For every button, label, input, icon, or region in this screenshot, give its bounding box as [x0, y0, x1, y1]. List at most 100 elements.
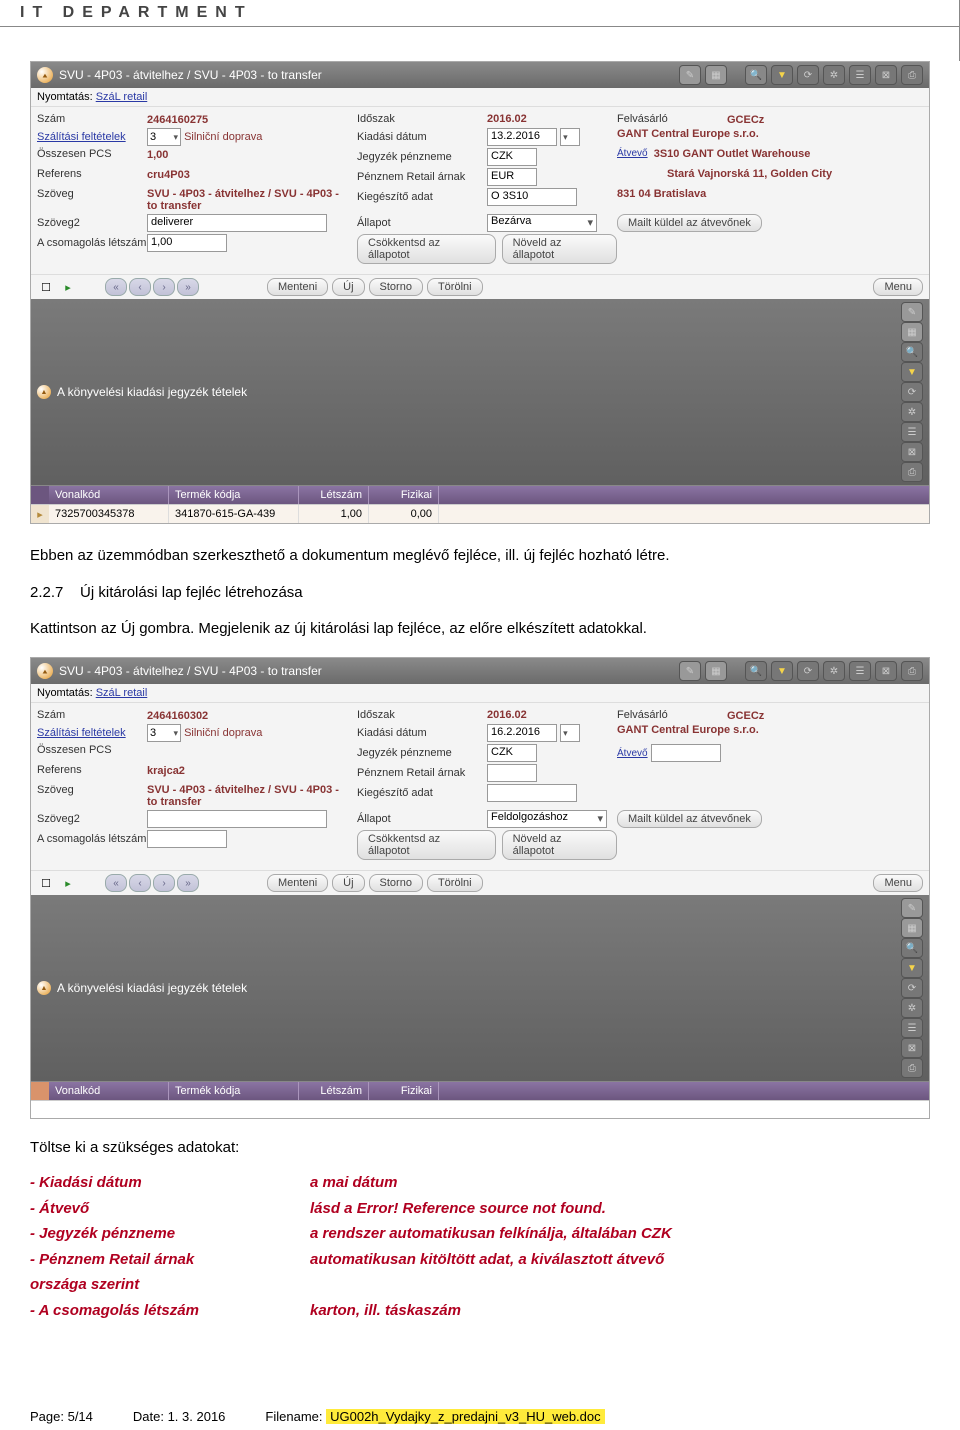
- first-page-icon[interactable]: «: [105, 278, 127, 296]
- penzr-input[interactable]: [487, 764, 537, 782]
- prev-page-icon[interactable]: ‹: [129, 278, 151, 296]
- allapot-select[interactable]: Feldolgozáshoz: [487, 810, 607, 828]
- print-icon[interactable]: ⎙: [901, 1058, 923, 1078]
- list-icon[interactable]: ☰: [849, 65, 871, 85]
- search-icon[interactable]: 🔍: [745, 65, 767, 85]
- flag-icon[interactable]: ▸: [59, 278, 77, 296]
- jegyp-input[interactable]: CZK: [487, 744, 537, 762]
- print-icon[interactable]: ⎙: [901, 65, 923, 85]
- collapse-icon[interactable]: [37, 385, 51, 399]
- szall-link[interactable]: Szálítási feltételek: [37, 727, 147, 740]
- szoveg2-input[interactable]: [147, 810, 327, 828]
- prev-page-icon[interactable]: ‹: [129, 874, 151, 892]
- print-link[interactable]: SzáL retail: [96, 687, 148, 699]
- close-icon[interactable]: ⊠: [901, 1038, 923, 1058]
- atvevo-link[interactable]: Átvevő: [617, 748, 648, 759]
- footer-file: Filename: UG002h_Vydajky_z_predajni_v3_H…: [265, 1409, 604, 1424]
- gear-icon[interactable]: ✲: [823, 65, 845, 85]
- grid-icon[interactable]: ▦: [705, 661, 727, 681]
- gear-icon[interactable]: ✲: [901, 998, 923, 1018]
- storno-button[interactable]: Storno: [369, 278, 423, 296]
- jegyp-input[interactable]: CZK: [487, 148, 537, 166]
- atvevo-input[interactable]: [651, 744, 721, 762]
- uj-button[interactable]: Új: [332, 874, 364, 892]
- next-page-icon[interactable]: ›: [153, 278, 175, 296]
- list-icon[interactable]: ☰: [901, 422, 923, 442]
- gear-icon[interactable]: ✲: [823, 661, 845, 681]
- edit-icon[interactable]: ✎: [679, 65, 701, 85]
- search-icon[interactable]: 🔍: [901, 342, 923, 362]
- menteni-button[interactable]: Menteni: [267, 874, 328, 892]
- storno-button[interactable]: Storno: [369, 874, 423, 892]
- szall-link[interactable]: Szálítási feltételek: [37, 131, 147, 144]
- csokk-button[interactable]: Csökkentsd az állapotot: [357, 830, 496, 860]
- collapse-icon[interactable]: [37, 981, 51, 995]
- edit-icon[interactable]: ✎: [679, 661, 701, 681]
- kieg-input[interactable]: O 3S10: [487, 188, 577, 206]
- close-icon[interactable]: ⊠: [901, 442, 923, 462]
- last-page-icon[interactable]: »: [177, 278, 199, 296]
- list-icon[interactable]: ☰: [901, 1018, 923, 1038]
- edit-icon[interactable]: ✎: [901, 302, 923, 322]
- csom-input[interactable]: [147, 830, 227, 848]
- collapse-icon[interactable]: [37, 67, 53, 83]
- grid-icon[interactable]: ▦: [901, 322, 923, 342]
- csokk-button[interactable]: Csökkentsd az állapotot: [357, 234, 496, 264]
- search-icon[interactable]: 🔍: [745, 661, 767, 681]
- mail-button[interactable]: Mailt küldel az átvevőnek: [617, 214, 762, 232]
- torolni-button[interactable]: Törölni: [427, 278, 483, 296]
- print-link[interactable]: SzáL retail: [96, 91, 148, 103]
- nov-button[interactable]: Növeld az állapotot: [502, 830, 617, 860]
- last-page-icon[interactable]: »: [177, 874, 199, 892]
- close-icon[interactable]: ⊠: [875, 661, 897, 681]
- refresh-icon[interactable]: ⟳: [901, 382, 923, 402]
- print-icon[interactable]: ⎙: [901, 661, 923, 681]
- kiad-input[interactable]: 16.2.2016: [487, 724, 557, 742]
- kiad-input[interactable]: 13.2.2016: [487, 128, 557, 146]
- close-icon[interactable]: ⊠: [875, 65, 897, 85]
- flag-icon[interactable]: ▸: [59, 874, 77, 892]
- edit-icon[interactable]: ✎: [901, 898, 923, 918]
- menu-button[interactable]: Menu: [873, 874, 923, 892]
- first-page-icon[interactable]: «: [105, 874, 127, 892]
- filter-icon[interactable]: ▼: [771, 661, 793, 681]
- td-fizikai: 0,00: [369, 505, 439, 523]
- checkbox-icon[interactable]: ☐: [37, 278, 55, 296]
- refresh-icon[interactable]: ⟳: [797, 661, 819, 681]
- refresh-icon[interactable]: ⟳: [797, 65, 819, 85]
- szall-select[interactable]: 3: [147, 128, 181, 146]
- menu-button[interactable]: Menu: [873, 278, 923, 296]
- section-heading: 2.2.7 Új kitárolási lap fejléc létrehozá…: [30, 584, 930, 601]
- menteni-button[interactable]: Menteni: [267, 278, 328, 296]
- heading-num: 2.2.7: [30, 584, 63, 601]
- gear-icon[interactable]: ✲: [901, 402, 923, 422]
- csom-input[interactable]: 1,00: [147, 234, 227, 252]
- search-icon[interactable]: 🔍: [901, 938, 923, 958]
- grid-icon[interactable]: ▦: [901, 918, 923, 938]
- penzr-input[interactable]: EUR: [487, 168, 537, 186]
- mail-button[interactable]: Mailt küldel az átvevőnek: [617, 810, 762, 828]
- table-row[interactable]: ▸ 7325700345378 341870-615-GA-439 1,00 0…: [31, 504, 929, 523]
- atvevo-link[interactable]: Átvevő: [617, 148, 648, 159]
- checkbox-icon[interactable]: ☐: [37, 874, 55, 892]
- next-page-icon[interactable]: ›: [153, 874, 175, 892]
- grid-icon[interactable]: ▦: [705, 65, 727, 85]
- torolni-button[interactable]: Törölni: [427, 874, 483, 892]
- uj-button[interactable]: Új: [332, 278, 364, 296]
- list-icon[interactable]: ☰: [849, 661, 871, 681]
- osszpcs-value: 1,00: [147, 149, 168, 161]
- szoveg2-input[interactable]: deliverer: [147, 214, 327, 232]
- kiad-picker[interactable]: [560, 128, 580, 146]
- filter-icon[interactable]: ▼: [901, 362, 923, 382]
- allapot-select[interactable]: Bezárva: [487, 214, 597, 232]
- print-icon[interactable]: ⎙: [901, 462, 923, 482]
- filter-icon[interactable]: ▼: [901, 958, 923, 978]
- refresh-icon[interactable]: ⟳: [901, 978, 923, 998]
- collapse-icon[interactable]: [37, 663, 53, 679]
- allapot-label: Állapot: [357, 813, 487, 825]
- szall-select[interactable]: 3: [147, 724, 181, 742]
- nov-button[interactable]: Növeld az állapotot: [502, 234, 617, 264]
- kiad-picker[interactable]: [560, 724, 580, 742]
- filter-icon[interactable]: ▼: [771, 65, 793, 85]
- kieg-input[interactable]: [487, 784, 577, 802]
